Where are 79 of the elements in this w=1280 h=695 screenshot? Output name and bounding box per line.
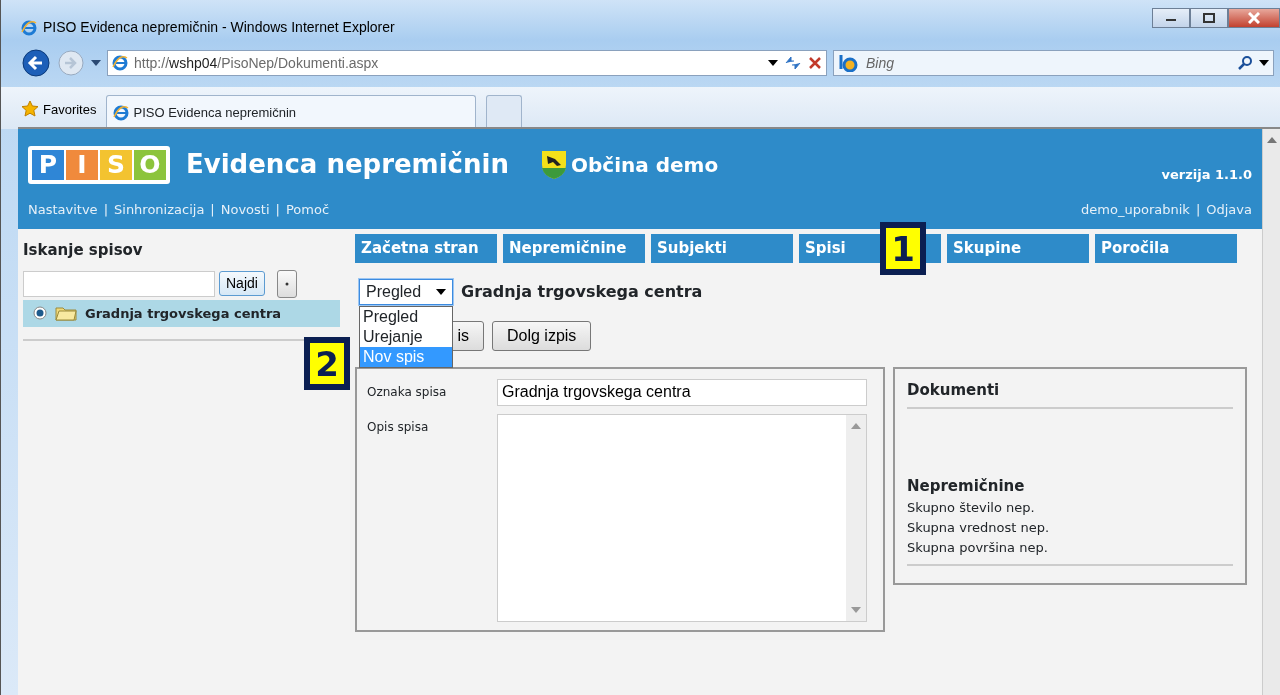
- header-link[interactable]: Nastavitve: [28, 200, 98, 220]
- link-separator: |: [1194, 201, 1202, 219]
- logo-letter: I: [66, 149, 98, 180]
- url-text: http://wshp04/PisoNep/Dokumenti.aspx: [134, 53, 379, 73]
- nav-tab[interactable]: Subjekti: [651, 234, 793, 263]
- window-title: PISO Evidenca nepremičnin - Windows Internet Explorer: [43, 18, 395, 37]
- nav-tab[interactable]: Skupine: [947, 234, 1089, 263]
- address-bar[interactable]: http://wshp04/PisoNep/Dokumenti.aspx: [107, 50, 827, 76]
- summary-line: Skupno število nep.: [907, 498, 1036, 517]
- folder-icon: [55, 305, 77, 322]
- search-button[interactable]: Najdi: [219, 271, 265, 296]
- refresh-icon[interactable]: [784, 55, 802, 71]
- logo-letter: S: [100, 149, 132, 180]
- field-label: Opis spisa: [367, 418, 430, 436]
- result-label: Gradnja trgovskega centra: [85, 304, 282, 323]
- radio-icon: [33, 306, 47, 321]
- callout-tooltip: 1: [880, 222, 926, 275]
- star-icon: [21, 100, 39, 119]
- browser-logo-icon: [113, 104, 130, 121]
- username: demo_uporabnik: [1081, 201, 1190, 219]
- link-separator: |: [102, 201, 109, 219]
- caret-icon: [436, 288, 446, 295]
- result-item[interactable]: Gradnja trgovskega centra: [23, 299, 340, 327]
- summary-line: Skupna vrednost nep.: [907, 518, 1051, 537]
- link-separator: |: [274, 201, 281, 219]
- back-button-icon[interactable]: [21, 48, 51, 78]
- caret-icon[interactable]: [1259, 60, 1269, 66]
- section-title: Nepremičnine: [907, 476, 1026, 497]
- search-input[interactable]: [23, 270, 215, 297]
- logo-letter: P: [32, 149, 64, 180]
- textarea-field[interactable]: [497, 413, 867, 622]
- caret-icon[interactable]: [768, 60, 778, 66]
- search-icon[interactable]: [1237, 55, 1253, 71]
- dropdown-option[interactable]: Urejanje: [360, 326, 452, 347]
- dropdown-option[interactable]: Nov spis: [360, 346, 452, 367]
- browser-logo-icon: [21, 19, 37, 36]
- close-icon: [1248, 12, 1260, 24]
- maximize-button[interactable]: [1190, 8, 1228, 28]
- header-link[interactable]: Novosti: [220, 200, 270, 220]
- dropdown-option[interactable]: Pregled: [360, 306, 452, 327]
- dot-icon: [284, 281, 289, 286]
- search-field[interactable]: Bing: [833, 50, 1274, 76]
- header-link[interactable]: Pomoč: [285, 200, 330, 220]
- browser-tab[interactable]: PISO Evidenca nepremičnin: [106, 95, 477, 129]
- new-tab-button[interactable]: [486, 95, 523, 129]
- sidebar-title: Iskanje spisov: [23, 240, 144, 261]
- app-title: Evidenca nepremičnin: [186, 148, 509, 181]
- summary-line: Skupna površina nep.: [907, 538, 1049, 557]
- scroll-up-icon: [1266, 137, 1277, 143]
- caret-icon[interactable]: [91, 60, 101, 66]
- close-button[interactable]: [1228, 8, 1280, 28]
- options-button[interactable]: [276, 269, 297, 298]
- version-label: verzija 1.1.0: [1161, 165, 1252, 184]
- documents-title: Dokumenti: [907, 378, 1233, 409]
- link-separator: |: [209, 201, 216, 219]
- action-button[interactable]: Dolg izpis: [492, 320, 592, 351]
- municipality-name: Občina demo: [570, 151, 719, 179]
- nav-tab[interactable]: Nepremičnine: [503, 234, 645, 263]
- scroll-up-icon: [851, 422, 861, 429]
- search-placeholder: Bing: [866, 53, 895, 73]
- browser-tab-label: PISO Evidenca nepremičnin: [133, 103, 297, 122]
- page-icon: [112, 55, 128, 71]
- logo-letter: O: [134, 149, 166, 180]
- view-select[interactable]: Pregled: [359, 278, 453, 305]
- nav-tab[interactable]: Začetna stran: [355, 234, 497, 263]
- bing-logo-icon: [838, 54, 860, 72]
- field-label: Oznaka spisa: [367, 383, 448, 401]
- favorites-button[interactable]: Favorites: [21, 99, 97, 129]
- stop-icon[interactable]: [808, 56, 822, 70]
- minimize-button[interactable]: [1152, 8, 1190, 28]
- nav-tab[interactable]: Poročila: [1095, 234, 1237, 263]
- callout-tooltip: 2: [304, 337, 350, 390]
- logout-link[interactable]: Odjava: [1206, 200, 1252, 220]
- scroll-down-icon: [851, 606, 861, 613]
- header-link[interactable]: Sinhronizacija: [114, 200, 205, 220]
- coat-of-arms-icon: [540, 149, 567, 180]
- text-field[interactable]: Gradnja trgovskega centra: [497, 378, 867, 406]
- record-title: Gradnja trgovskega centra: [461, 280, 703, 303]
- maximize-icon: [1203, 13, 1215, 23]
